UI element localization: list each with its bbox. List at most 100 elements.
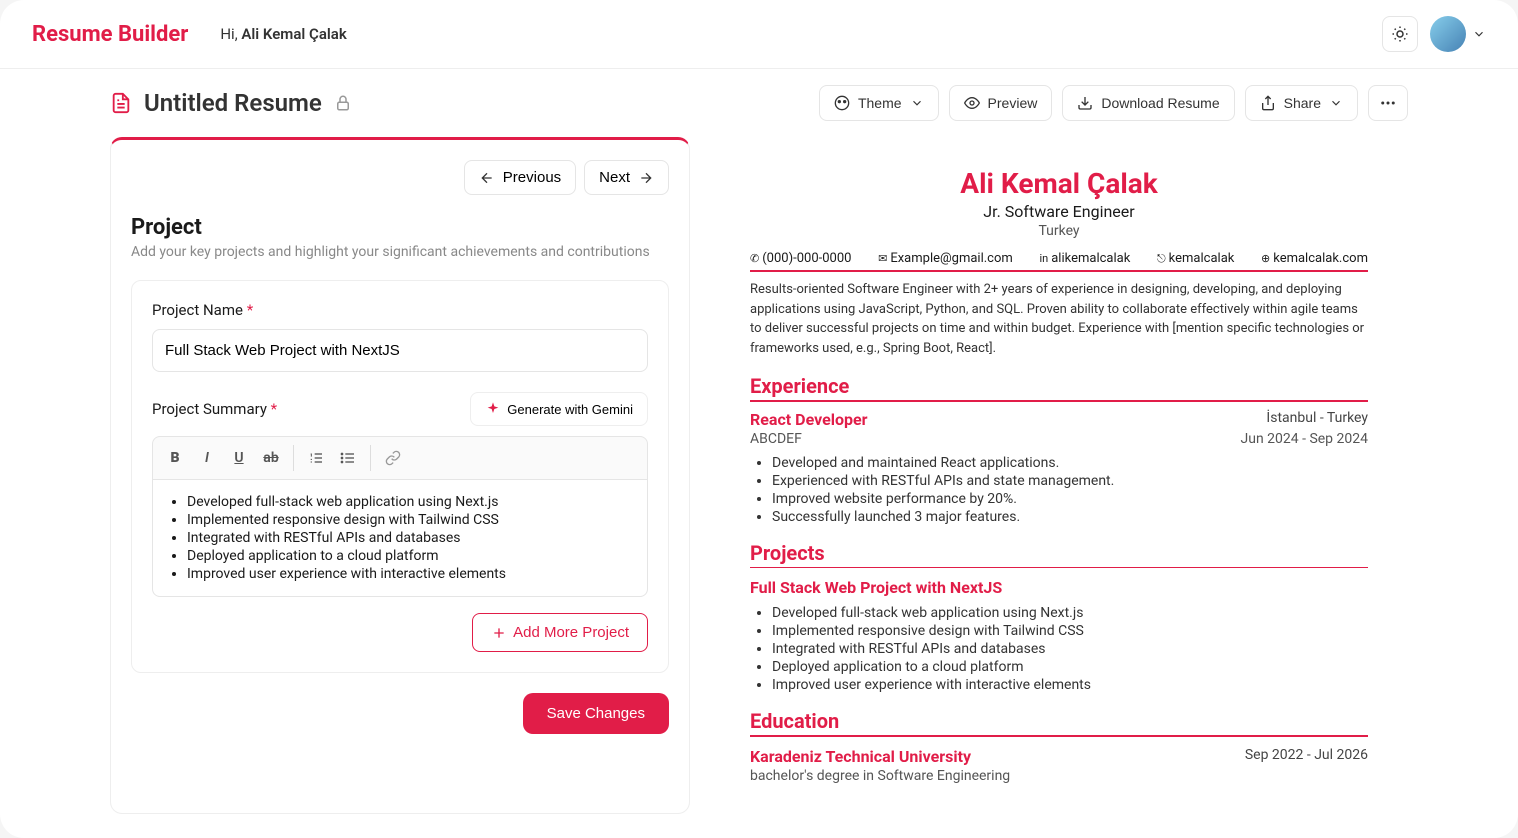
share-label: Share [1284, 95, 1321, 111]
projects-heading: Projects [750, 541, 1368, 565]
greeting-prefix: Hi, [220, 25, 237, 43]
list-item: Improved user experience with interactiv… [772, 677, 1368, 693]
linkedin-icon: in [1039, 252, 1048, 265]
chevron-down-icon [1472, 27, 1486, 41]
chevron-down-icon [910, 96, 924, 110]
editor-bullet: Developed full-stack web application usi… [187, 494, 633, 510]
generate-gemini-button[interactable]: Generate with Gemini [470, 392, 648, 426]
list-item: Successfully launched 3 major features. [772, 509, 1368, 525]
bold-button[interactable]: B [161, 445, 189, 471]
editor-bullet: Improved user experience with interactiv… [187, 566, 633, 582]
save-button[interactable]: Save Changes [523, 693, 669, 734]
sparkle-icon [485, 401, 501, 417]
richtext-toolbar: B I U ab [152, 436, 648, 479]
download-button[interactable]: Download Resume [1062, 85, 1234, 121]
share-button[interactable]: Share [1245, 85, 1358, 121]
contact-site: ⊕kemalcalak.com [1261, 251, 1368, 266]
resume-title[interactable]: Untitled Resume [144, 89, 322, 117]
sun-icon [1391, 25, 1409, 43]
mail-icon: ✉ [878, 252, 887, 265]
previous-label: Previous [503, 169, 561, 186]
light-mode-toggle[interactable] [1382, 16, 1418, 52]
list-item: Developed and maintained React applicati… [772, 455, 1368, 471]
more-button[interactable] [1368, 85, 1408, 121]
preview-role: Jr. Software Engineer [750, 202, 1368, 221]
preview-label: Preview [988, 95, 1038, 111]
editor-bullet: Integrated with RESTful APIs and databas… [187, 530, 633, 546]
previous-button[interactable]: Previous [464, 160, 576, 195]
edu-degree: bachelor's degree in Software Engineerin… [750, 768, 1368, 784]
lock-icon [334, 94, 352, 112]
summary-label: Project Summary * [152, 400, 277, 418]
editor-bullets: Developed full-stack web application usi… [167, 494, 633, 582]
list-item: Deployed application to a cloud platform [772, 659, 1368, 675]
add-more-project-button[interactable]: Add More Project [472, 613, 648, 652]
eye-icon [964, 95, 980, 111]
list-item: Implemented responsive design with Tailw… [772, 623, 1368, 639]
summary-editor[interactable]: Developed full-stack web application usi… [152, 479, 648, 597]
download-icon [1077, 95, 1093, 111]
list-item: Experienced with RESTful APIs and state … [772, 473, 1368, 489]
edu-dates: Sep 2022 - Jul 2026 [1245, 747, 1368, 766]
section-description: Add your key projects and highlight your… [131, 244, 669, 260]
palette-icon [834, 95, 850, 111]
plus-icon [491, 625, 507, 641]
contact-linkedin: inalikemalcalak [1039, 251, 1130, 266]
list-ordered-icon [308, 450, 324, 466]
project-form-card: Project Name * Project Summary * Generat… [131, 280, 669, 673]
greeting-name: Ali Kemal Çalak [241, 25, 346, 43]
project-title: Full Stack Web Project with NextJS [750, 578, 1368, 597]
job-location: İstanbul - Turkey [1266, 410, 1368, 429]
project-name-input[interactable] [152, 329, 648, 372]
preview-summary: Results-oriented Software Engineer with … [750, 280, 1368, 358]
next-button[interactable]: Next [584, 160, 669, 195]
resume-preview: Ali Kemal Çalak Jr. Software Engineer Tu… [710, 137, 1408, 814]
edu-school: Karadeniz Technical University [750, 747, 971, 766]
add-more-label: Add More Project [513, 624, 629, 641]
next-label: Next [599, 169, 630, 186]
underline-button[interactable]: U [225, 445, 253, 471]
contact-email: ✉Example@gmail.com [878, 251, 1013, 266]
arrow-right-icon [638, 170, 654, 186]
strike-button[interactable]: ab [257, 445, 285, 471]
phone-icon: ✆ [750, 252, 759, 265]
summary-label-text: Project Summary [152, 400, 267, 418]
job-title: React Developer [750, 410, 868, 429]
preview-name: Ali Kemal Çalak [750, 167, 1368, 200]
user-menu[interactable] [1430, 16, 1486, 52]
link-icon [385, 450, 401, 466]
download-label: Download Resume [1101, 95, 1219, 111]
contact-github: ⎋kemalcalak [1157, 251, 1234, 266]
list-item: Integrated with RESTful APIs and databas… [772, 641, 1368, 657]
project-name-label-text: Project Name [152, 301, 243, 319]
ordered-list-button[interactable] [302, 445, 330, 471]
chevron-down-icon [1329, 96, 1343, 110]
preview-button[interactable]: Preview [949, 85, 1053, 121]
link-button[interactable] [379, 445, 407, 471]
more-horizontal-icon [1379, 94, 1397, 112]
italic-button[interactable]: I [193, 445, 221, 471]
share-icon [1260, 95, 1276, 111]
list-item: Developed full-stack web application usi… [772, 605, 1368, 621]
required-asterisk: * [271, 400, 277, 418]
contact-phone: ✆(000)-000-0000 [750, 251, 851, 266]
experience-heading: Experience [750, 374, 1368, 398]
list-item: Improved website performance by 20%. [772, 491, 1368, 507]
project-bullets: Developed full-stack web application usi… [750, 605, 1368, 693]
contact-row: ✆(000)-000-0000 ✉Example@gmail.com inali… [750, 251, 1368, 266]
document-icon [110, 92, 132, 114]
bullet-list-button[interactable] [334, 445, 362, 471]
job-bullets: Developed and maintained React applicati… [750, 455, 1368, 525]
job-dates: Jun 2024 - Sep 2024 [1241, 431, 1368, 447]
github-icon: ⎋ [1157, 252, 1166, 266]
editor-bullet: Deployed application to a cloud platform [187, 548, 633, 564]
gemini-label: Generate with Gemini [507, 402, 633, 417]
section-title: Project [131, 215, 669, 240]
editor-panel: Previous Next Project Add your key proje… [110, 137, 690, 814]
greeting-text: Hi, Ali Kemal Çalak [220, 25, 346, 43]
list-bullet-icon [340, 450, 356, 466]
globe-icon: ⊕ [1261, 252, 1270, 265]
app-logo[interactable]: Resume Builder [32, 22, 188, 47]
education-heading: Education [750, 709, 1368, 733]
theme-button[interactable]: Theme [819, 85, 939, 121]
